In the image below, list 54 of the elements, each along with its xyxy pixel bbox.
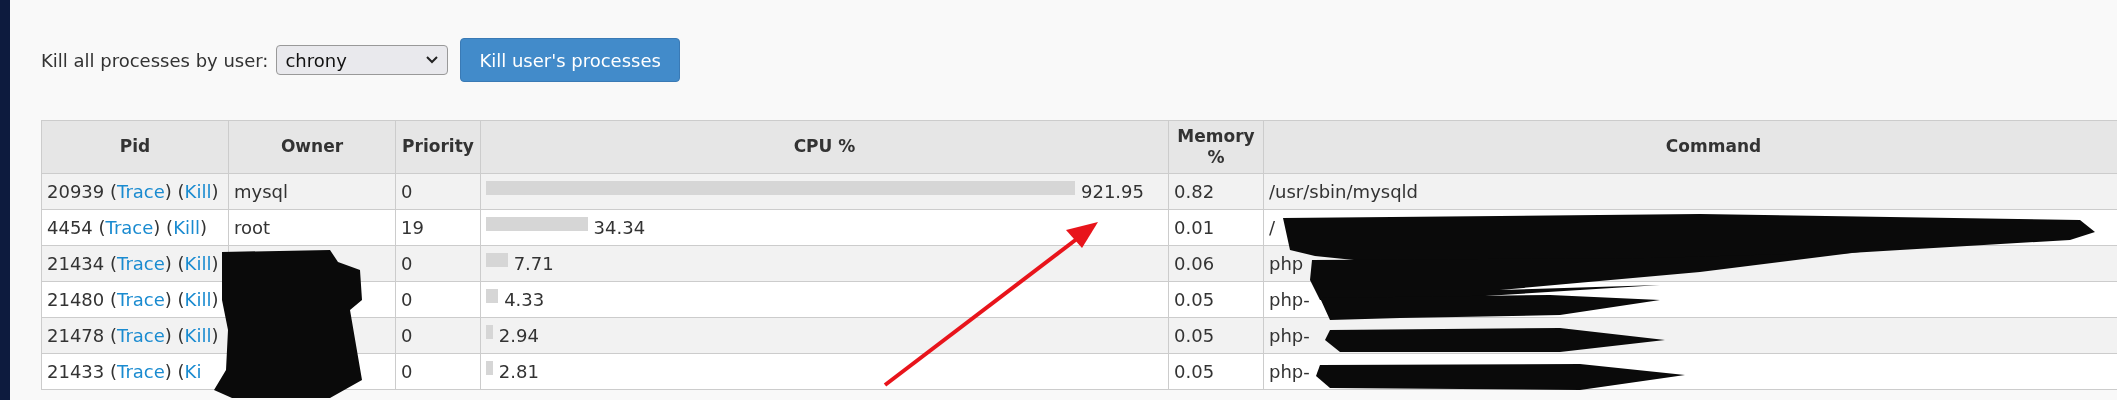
pid-text: 21478 [47, 325, 105, 346]
table-cell: 0.06 [1168, 245, 1264, 282]
trace-link[interactable]: (Trace) [110, 289, 172, 310]
kill-link[interactable]: (Kill) [177, 181, 219, 202]
table-cell: 0 [395, 353, 481, 390]
cpu-value: 4.33 [504, 289, 545, 310]
table-cell: 0.05 [1168, 281, 1264, 318]
pid-text: 20939 [47, 181, 105, 202]
form-label: Kill all processes by user: [41, 49, 269, 71]
table-cell: 0.05 [1168, 353, 1264, 390]
trace-link[interactable]: (Trace) [110, 253, 172, 274]
cpu-value: 921.95 [1081, 181, 1144, 202]
trace-link[interactable]: (Trace) [110, 181, 172, 202]
column-header: Priority [395, 120, 481, 174]
kill-link[interactable]: (Kill) [177, 289, 219, 310]
pid-text: 4454 [47, 217, 93, 238]
table-cell: 0.05 [1168, 317, 1264, 354]
table-cell: 0.82 [1168, 173, 1264, 210]
table-cell: 0 [395, 173, 481, 210]
trace-link[interactable]: (Trace) [110, 325, 172, 346]
command-text: php- [1269, 289, 1310, 310]
table-cell: 19 [395, 209, 481, 246]
user-select[interactable]: chrony [276, 45, 449, 75]
owner-text: mysql [234, 181, 288, 202]
pid-text: 21433 [47, 361, 105, 382]
column-header: Pid [41, 120, 229, 174]
command-text: php- [1269, 361, 1310, 382]
cpu-value: 2.94 [498, 325, 539, 346]
pid-text: 21434 [47, 253, 105, 274]
kill-button[interactable]: Kill user's processes [460, 38, 680, 82]
cpu-value: 34.34 [593, 217, 646, 238]
command-text: /usr/sbin/mysqld [1269, 181, 1418, 202]
trace-link[interactable]: (Trace) [110, 361, 172, 382]
command-text: php [1269, 253, 1304, 274]
table-cell: 0 [395, 317, 481, 354]
owner-text: root [234, 217, 271, 238]
table-cell: 0.01 [1168, 209, 1264, 246]
column-header: CPU % [480, 120, 1169, 174]
kill-link[interactable]: (Kill) [177, 325, 219, 346]
cpu-value: 2.81 [498, 361, 539, 382]
cpu-value: 7.71 [513, 253, 554, 274]
table-cell: 0 [395, 281, 481, 318]
table-cell: 0 [395, 245, 481, 282]
chevron-down-icon [425, 55, 440, 65]
kill-link[interactable]: (Ki [177, 361, 202, 382]
column-header: Memory % [1168, 120, 1264, 174]
pid-text: 21480 [47, 289, 105, 310]
trace-link[interactable]: (Trace) [98, 217, 161, 238]
kill-link[interactable]: (Kill) [177, 253, 219, 274]
command-text: php- [1269, 325, 1310, 346]
command-text: / [1269, 217, 1276, 238]
kill-link[interactable]: (Kill) [166, 217, 207, 238]
column-header: Command [1263, 120, 2117, 174]
column-header: Owner [228, 120, 396, 174]
